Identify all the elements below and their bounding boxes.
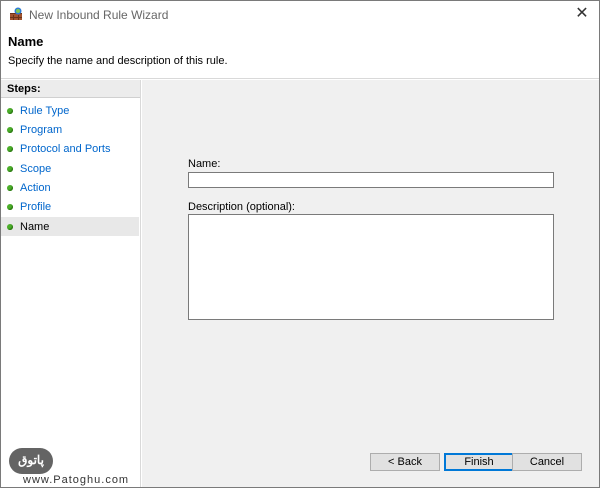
status-dot-icon bbox=[7, 165, 13, 172]
step-label: Program bbox=[20, 123, 63, 136]
wizard-window: New Inbound Rule Wizard ✕ Name Specify t… bbox=[0, 0, 600, 488]
step-label: Scope bbox=[20, 162, 52, 175]
page-description: Specify the name and description of this… bbox=[8, 55, 228, 67]
cancel-button[interactable]: Cancel bbox=[512, 453, 582, 471]
back-button[interactable]: < Back bbox=[370, 453, 440, 471]
firewall-icon bbox=[9, 7, 23, 21]
name-input[interactable] bbox=[188, 172, 554, 188]
step-label: Rule Type bbox=[20, 104, 70, 117]
wizard-header: Name Specify the name and description of… bbox=[1, 29, 599, 79]
window-title: New Inbound Rule Wizard bbox=[29, 8, 169, 22]
step-label: Name bbox=[20, 220, 50, 233]
close-button[interactable]: ✕ bbox=[565, 1, 599, 27]
step-name[interactable]: Name bbox=[1, 217, 139, 236]
name-label: Name: bbox=[188, 158, 221, 170]
watermark-url: www.Patoghu.com bbox=[23, 474, 130, 486]
page-title: Name bbox=[8, 34, 44, 49]
description-label: Description (optional): bbox=[188, 201, 295, 213]
status-dot-icon bbox=[7, 126, 13, 133]
step-rule-type[interactable]: Rule Type bbox=[1, 101, 139, 120]
status-dot-icon bbox=[7, 223, 13, 230]
watermark-logo: ﭘﺎﺗﻮق bbox=[9, 448, 53, 474]
step-label: Protocol and Ports bbox=[20, 142, 111, 155]
step-profile[interactable]: Profile bbox=[1, 197, 139, 216]
step-scope[interactable]: Scope bbox=[1, 159, 139, 178]
step-action[interactable]: Action bbox=[1, 178, 139, 197]
step-label: Action bbox=[20, 181, 51, 194]
step-label: Profile bbox=[20, 200, 52, 213]
steps-sidebar: Steps: Rule Type Program Protocol and Po… bbox=[1, 80, 141, 487]
title-bar: New Inbound Rule Wizard ✕ bbox=[1, 1, 599, 29]
finish-button[interactable]: Finish bbox=[444, 453, 514, 471]
status-dot-icon bbox=[7, 184, 13, 191]
status-dot-icon bbox=[7, 145, 13, 152]
description-input[interactable] bbox=[188, 214, 554, 320]
status-dot-icon bbox=[7, 107, 13, 114]
watermark-logo-text: ﭘﺎﺗﻮق bbox=[18, 453, 44, 467]
steps-label: Steps: bbox=[1, 80, 140, 98]
step-protocol-and-ports[interactable]: Protocol and Ports bbox=[1, 139, 139, 158]
status-dot-icon bbox=[7, 203, 13, 210]
content-panel: Name: Description (optional): < Back Fin… bbox=[142, 80, 599, 487]
step-program[interactable]: Program bbox=[1, 120, 139, 139]
